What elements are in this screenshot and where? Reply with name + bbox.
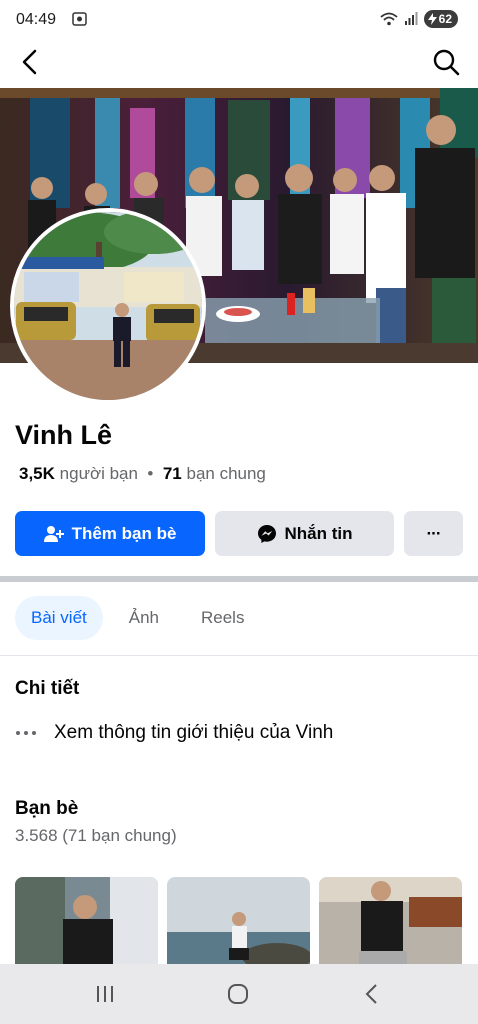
friend-photo <box>15 877 158 977</box>
profile-tabs: Bài viết Ảnh Reels <box>15 596 260 640</box>
tab-posts[interactable]: Bài viết <box>15 596 103 640</box>
details-title: Chi tiết <box>15 678 80 699</box>
avatar-image <box>14 212 202 400</box>
search-icon[interactable] <box>430 46 462 78</box>
about-link[interactable]: Xem thông tin giới thiệu của Vinh <box>16 722 333 744</box>
tab-photos[interactable]: Ảnh <box>113 596 175 640</box>
person-plus-icon <box>43 525 64 542</box>
tabs-divider <box>0 655 478 656</box>
add-friend-label: Thêm bạn bè <box>71 523 177 543</box>
back-icon[interactable] <box>358 982 386 1006</box>
profile-stats: 3,5K người bạn • 71 bạn chung <box>19 464 266 484</box>
screen-record-icon <box>72 12 87 26</box>
charging-icon <box>427 13 437 25</box>
friend-card[interactable] <box>167 877 310 977</box>
message-label: Nhắn tin <box>284 523 353 543</box>
system-navigation-bar <box>0 964 478 1024</box>
add-friend-button[interactable]: Thêm bạn bè <box>15 511 205 556</box>
separator-dot: • <box>147 464 154 483</box>
recent-apps-icon[interactable] <box>91 982 119 1006</box>
friend-photo <box>319 877 462 977</box>
friends-label: người bạn <box>59 464 138 483</box>
mutual-label: bạn chung <box>186 464 266 483</box>
friends-total: 3.568 (71 bạn chung) <box>15 826 177 845</box>
messenger-icon <box>257 524 276 543</box>
arrow-left-icon[interactable] <box>14 46 46 78</box>
section-divider <box>0 576 478 582</box>
signal-icon <box>404 12 418 25</box>
more-options-button[interactable]: ··· <box>404 511 463 556</box>
battery-indicator: 62 <box>423 10 458 28</box>
friends-count: 3,5K <box>19 464 55 483</box>
tab-reels[interactable]: Reels <box>185 596 260 640</box>
friend-card[interactable] <box>15 877 158 977</box>
about-link-label: Xem thông tin giới thiệu của Vinh <box>54 722 334 743</box>
status-time: 04:49 <box>16 11 57 28</box>
top-navigation <box>0 40 478 84</box>
more-dots-icon <box>16 731 36 735</box>
profile-avatar[interactable] <box>10 208 206 404</box>
mutual-count: 71 <box>162 464 182 483</box>
profile-name: Vinh Lê <box>15 420 113 450</box>
friend-photo <box>167 877 310 977</box>
friends-title: Bạn bè <box>15 798 79 819</box>
message-button[interactable]: Nhắn tin <box>215 511 394 556</box>
friend-card[interactable] <box>319 877 462 977</box>
home-icon[interactable] <box>224 982 252 1006</box>
status-bar: 04:49 62 <box>0 0 478 40</box>
wifi-icon <box>380 12 398 26</box>
more-dots-icon: ··· <box>426 523 442 543</box>
battery-level: 62 <box>438 12 452 26</box>
